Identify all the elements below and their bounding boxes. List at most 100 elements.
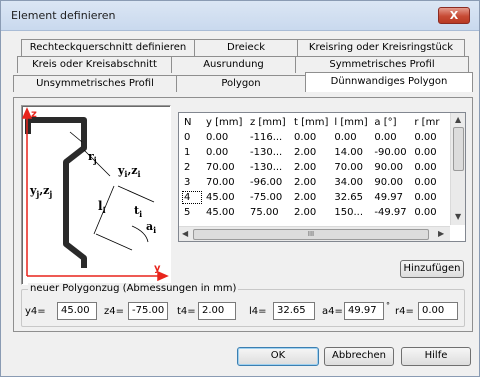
col-header-r[interactable]: r [mr xyxy=(411,115,443,130)
window-title: Element definieren xyxy=(11,9,116,22)
cell-a: 0.00 xyxy=(374,132,397,143)
scroll-down-icon[interactable]: ▼ xyxy=(455,213,461,221)
title-bar: Element definieren X xyxy=(1,1,479,31)
cell-t: 2.00 xyxy=(294,162,317,173)
cell-a: -49.97 xyxy=(374,207,407,218)
cell-n: 4 xyxy=(181,190,203,205)
tab-rechteckquerschnitt[interactable]: Rechteckquerschnitt definieren xyxy=(21,39,195,56)
tab-symmetrisches-profil[interactable]: Symmetrisches Profil xyxy=(295,56,469,73)
r-input[interactable]: 0.00 xyxy=(418,302,458,320)
tab-duennwandiges-polygon[interactable]: Dünnwandiges Polygon xyxy=(305,72,473,92)
tab-kreis[interactable]: Kreis oder Kreisabschnitt xyxy=(17,56,172,73)
ti-label: ti xyxy=(134,204,142,219)
cell-r: 0.00 xyxy=(414,192,437,203)
yjzj-label: yj,zj xyxy=(29,184,52,199)
horizontal-scroll-thumb[interactable]: III xyxy=(193,229,429,240)
cell-l: 150... xyxy=(334,207,364,218)
table-row[interactable]: 1 0.00 -130... 2.00 14.00 -90.00 0.00 xyxy=(181,145,443,160)
a-input[interactable]: 49.97 xyxy=(344,302,384,320)
cell-z: -116... xyxy=(250,132,283,143)
col-header-l[interactable]: l [mm] xyxy=(331,115,371,130)
tab-ausrundung[interactable]: Ausrundung xyxy=(171,56,296,73)
z-axis-arrow xyxy=(21,107,33,119)
cell-y: 45.00 xyxy=(206,192,235,203)
cell-a: 49.97 xyxy=(374,192,404,203)
li-ext-line-top xyxy=(117,185,155,203)
cell-y: 70.00 xyxy=(206,162,235,173)
cell-r: 0.00 xyxy=(414,132,437,143)
cell-z: -130... xyxy=(250,147,283,158)
polygon-table[interactable]: N y [mm] z [mm] t [mm] l [mm] a [°] r [m… xyxy=(178,112,466,242)
cell-t: 2.00 xyxy=(294,147,317,158)
tab-kreisring[interactable]: Kreisring oder Kreisringstück xyxy=(297,39,465,56)
cell-y: 0.00 xyxy=(206,147,229,158)
group-legend: neuer Polygonzug (Abmessungen in mm) xyxy=(28,283,239,294)
cell-t: 2.00 xyxy=(294,177,317,188)
cell-r: 0.00 xyxy=(414,162,437,173)
l-input[interactable]: 32.65 xyxy=(273,302,315,320)
col-header-z[interactable]: z [mm] xyxy=(247,115,291,130)
tab-polygon[interactable]: Polygon xyxy=(176,75,306,92)
scroll-left-icon[interactable]: ◀ xyxy=(182,230,188,238)
close-button[interactable]: X xyxy=(438,7,470,24)
table-header-row: N y [mm] z [mm] t [mm] l [mm] a [°] r [m… xyxy=(181,115,443,130)
cell-r: 0.00 xyxy=(414,147,437,158)
cell-t: 0.00 xyxy=(294,132,317,143)
cell-r: 0.00 xyxy=(414,177,437,188)
y-input[interactable]: 45.00 xyxy=(57,302,97,320)
y-label: y4= xyxy=(25,306,46,317)
cell-n: 3 xyxy=(184,177,191,188)
cell-n: 2 xyxy=(184,162,191,173)
li-ext-line-bottom xyxy=(95,233,133,251)
cell-y: 0.00 xyxy=(206,132,229,143)
z-axis-label: z xyxy=(31,109,37,120)
yizi-label: yi,zi xyxy=(117,164,141,179)
tab-dreieck[interactable]: Dreieck xyxy=(194,39,298,56)
table-row[interactable]: 3 70.00 -96.00 2.00 34.00 90.00 0.00 xyxy=(181,175,443,190)
tab-unsymmetrisches-profil[interactable]: Unsymmetrisches Profil xyxy=(13,75,177,92)
cell-z: -96.00 xyxy=(250,177,283,188)
cell-t: 2.00 xyxy=(294,192,317,203)
table-row[interactable]: 0 0.00 -116... 0.00 0.00 0.00 0.00 xyxy=(181,130,443,145)
rj-label: rj xyxy=(88,150,97,165)
cell-a: -90.00 xyxy=(374,147,407,158)
rj-line xyxy=(69,131,83,143)
vertical-scroll-thumb[interactable] xyxy=(453,127,464,171)
table-row[interactable]: 5 45.00 75.00 2.00 150... -49.97 0.00 xyxy=(181,205,443,220)
col-header-t[interactable]: t [mm] xyxy=(291,115,331,130)
cell-l: 32.65 xyxy=(334,192,364,203)
l-label: l4= xyxy=(249,306,267,317)
degree-unit: ° xyxy=(386,301,390,310)
cell-a: 90.00 xyxy=(374,162,404,173)
cell-z: -75.00 xyxy=(250,192,283,203)
scroll-right-icon[interactable]: ▶ xyxy=(438,230,444,238)
col-header-a[interactable]: a [°] xyxy=(371,115,411,130)
table-vertical-scrollbar[interactable]: ▲ ▼ xyxy=(450,113,465,225)
ok-button[interactable]: OK xyxy=(237,347,319,366)
t-input[interactable]: 2.00 xyxy=(198,302,236,320)
table-row[interactable]: 2 70.00 -130... 2.00 70.00 90.00 0.00 xyxy=(181,160,443,175)
table-horizontal-scrollbar[interactable]: ◀ III ▶ xyxy=(179,226,450,241)
profile-diagram: z y rj yi,zi yj,zj li ti ai xyxy=(21,105,171,285)
t-label: t4= xyxy=(177,306,196,317)
col-header-y[interactable]: y [mm] xyxy=(203,115,247,130)
cell-n: 5 xyxy=(184,207,191,218)
cell-t: 2.00 xyxy=(294,207,317,218)
cell-z: 75.00 xyxy=(250,207,279,218)
cell-n: 1 xyxy=(184,147,191,158)
y-axis-label: y xyxy=(154,263,161,274)
add-button[interactable]: Hinzufügen xyxy=(400,260,464,278)
help-button[interactable]: Hilfe xyxy=(401,347,471,366)
cell-y: 45.00 xyxy=(206,207,235,218)
polygon-table-body: N y [mm] z [mm] t [mm] l [mm] a [°] r [m… xyxy=(181,115,443,220)
ai-label: ai xyxy=(146,220,156,235)
cell-l: 70.00 xyxy=(334,162,364,173)
z-input[interactable]: -75.00 xyxy=(128,302,168,320)
profile-diagram-svg: z y rj yi,zi yj,zj li ti ai xyxy=(21,107,169,282)
col-header-n[interactable]: N xyxy=(181,115,203,130)
table-row-selected[interactable]: 4 45.00 -75.00 2.00 32.65 49.97 0.00 xyxy=(181,190,443,205)
dialog-window: Element definieren X Rechteckquerschnitt… xyxy=(0,0,480,377)
scroll-up-icon[interactable]: ▲ xyxy=(455,116,461,124)
cell-z: -130... xyxy=(250,162,283,173)
cancel-button[interactable]: Abbrechen xyxy=(324,347,394,366)
